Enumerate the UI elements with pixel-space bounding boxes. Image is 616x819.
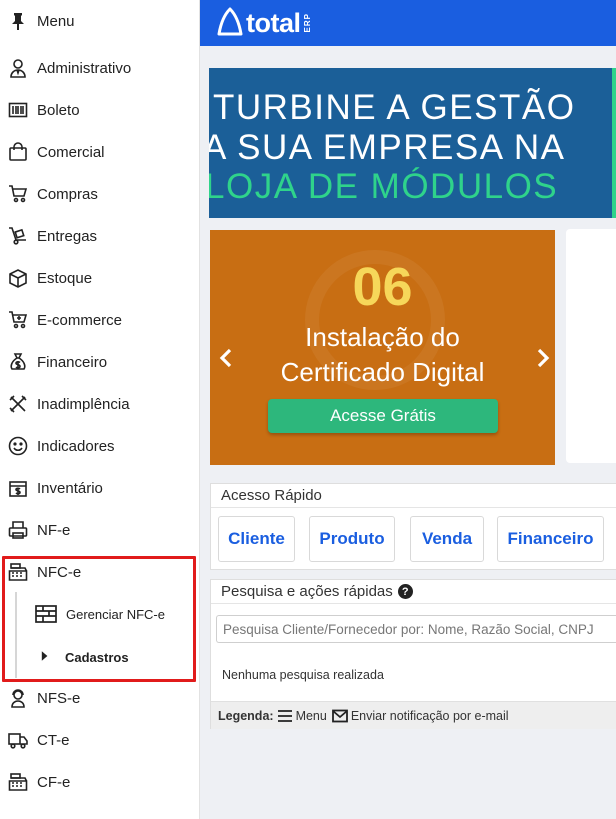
sidebar-item-label: Entregas [37, 227, 98, 245]
highlight-annotation [2, 556, 196, 682]
sidebar-item-inventario[interactable]: Inventário [0, 467, 199, 509]
sidebar-item-label: NFS-e [37, 689, 81, 707]
sidebar-item-inadimplencia[interactable]: Inadimplência [0, 383, 199, 425]
sidebar-item-label: Comercial [37, 143, 105, 161]
banner-line-2: A SUA EMPRESA NA [209, 128, 566, 167]
user-tie-icon [7, 57, 29, 79]
search-panel-header: Pesquisa e ações rápidas ? [211, 580, 616, 604]
legend-email-text: Enviar notificação por e-mail [350, 708, 509, 723]
tools-icon [7, 393, 29, 415]
slide-title-line-1: Instalação do [305, 322, 460, 352]
sidebar-item-ecommerce[interactable]: E-commerce [0, 299, 199, 341]
user-headset-icon [7, 687, 29, 709]
cart-plus-icon [7, 309, 29, 331]
slide-title-line-2: Certificado Digital [280, 357, 485, 387]
acesse-gratis-button[interactable]: Acesse Grátis [268, 399, 498, 433]
pin-icon [7, 10, 29, 32]
sidebar-item-label: Estoque [37, 269, 93, 287]
sidebar-item-indicadores[interactable]: Indicadores [0, 425, 199, 467]
money-bag-icon [7, 351, 29, 373]
carousel-slide: 06 Instalação do Certificado Digital Ace… [210, 230, 555, 465]
sidebar-item-label: Compras [37, 185, 98, 203]
printer-icon [7, 519, 29, 541]
search-input[interactable] [216, 615, 616, 643]
quick-cliente-button[interactable]: Cliente [218, 516, 295, 562]
logo-icon [217, 7, 243, 36]
slide-number: 06 [352, 257, 413, 317]
sidebar-item-label: NF-e [37, 521, 71, 539]
banner-line-3: LOJA DE MÓDULOS [209, 167, 559, 206]
sidebar-item-cfe[interactable]: CF-e [0, 761, 199, 803]
sidebar-item-compras[interactable]: Compras [0, 173, 199, 215]
shopping-bag-icon [7, 141, 29, 163]
quick-venda-button[interactable]: Venda [410, 516, 484, 562]
sidebar-item-boleto[interactable]: Boleto [0, 89, 199, 131]
sidebar-item-estoque[interactable]: Estoque [0, 257, 199, 299]
carousel-prev-button[interactable] [214, 346, 238, 370]
sidebar-item-cte[interactable]: CT-e [0, 719, 199, 761]
logo-suffix: ERP [302, 13, 312, 33]
box-icon [7, 267, 29, 289]
quick-produto-button[interactable]: Produto [309, 516, 395, 562]
sidebar-item-nfse[interactable]: NFS-e [0, 677, 199, 719]
envelope-icon [331, 709, 348, 723]
cart-icon [7, 183, 29, 205]
logo-text: total [246, 7, 301, 38]
sidebar-item-label: Inventário [37, 479, 103, 497]
search-panel-title: Pesquisa e ações rápidas [221, 583, 393, 600]
bars-icon [277, 709, 293, 723]
side-card [566, 229, 616, 463]
cash-register-icon [7, 771, 29, 793]
legend-bar: Legenda: Menu Enviar notificação por e-m… [211, 701, 616, 729]
sidebar-item-label: Inadimplência [37, 395, 130, 413]
quick-access-panel: Acesso Rápido Cliente Produto Venda Fina… [210, 483, 616, 570]
logo[interactable]: total ERP [216, 6, 312, 40]
sidebar-item-label: Administrativo [37, 59, 132, 77]
legend-menu-text: Menu [295, 708, 327, 723]
truck-icon [7, 729, 29, 751]
sidebar-item-label: Boleto [37, 101, 80, 119]
legend-label: Legenda: [218, 708, 274, 723]
banner-accent [612, 68, 616, 218]
chevron-left-icon [219, 348, 232, 368]
box-dollar-icon [7, 477, 29, 499]
empty-search-message: Nenhuma pesquisa realizada [222, 668, 384, 682]
promo-banner[interactable]: TURBINE A GESTÃO A SUA EMPRESA NA LOJA D… [209, 68, 616, 218]
menu-label: Menu [37, 12, 75, 30]
sidebar-item-administrativo[interactable]: Administrativo [0, 47, 199, 89]
sidebar-item-entregas[interactable]: Entregas [0, 215, 199, 257]
search-panel: Pesquisa e ações rápidas ? Nenhuma pesqu… [210, 579, 616, 729]
sidebar-item-financeiro[interactable]: Financeiro [0, 341, 199, 383]
sidebar-item-label: E-commerce [37, 311, 123, 329]
smile-icon [7, 435, 29, 457]
sidebar: Menu Administrativo Boleto Comercial Com… [0, 0, 200, 819]
question-circle-icon[interactable]: ? [397, 584, 413, 599]
sidebar-item-label: Financeiro [37, 353, 108, 371]
chevron-right-icon [537, 348, 550, 368]
sidebar-item-label: Indicadores [37, 437, 115, 455]
barcode-icon [7, 99, 29, 121]
dolly-icon [7, 225, 29, 247]
carousel-next-button[interactable] [531, 346, 555, 370]
quick-access-title: Acesso Rápido [211, 484, 616, 508]
sidebar-item-comercial[interactable]: Comercial [0, 131, 199, 173]
sidebar-item-nfe[interactable]: NF-e [0, 509, 199, 551]
menu-toggle[interactable]: Menu [0, 0, 199, 42]
sidebar-item-label: CT-e [37, 731, 70, 749]
sidebar-item-label: CF-e [37, 773, 71, 791]
top-bar: total ERP [200, 0, 616, 46]
quick-financeiro-button[interactable]: Financeiro [497, 516, 604, 562]
banner-line-1: TURBINE A GESTÃO [213, 88, 576, 127]
